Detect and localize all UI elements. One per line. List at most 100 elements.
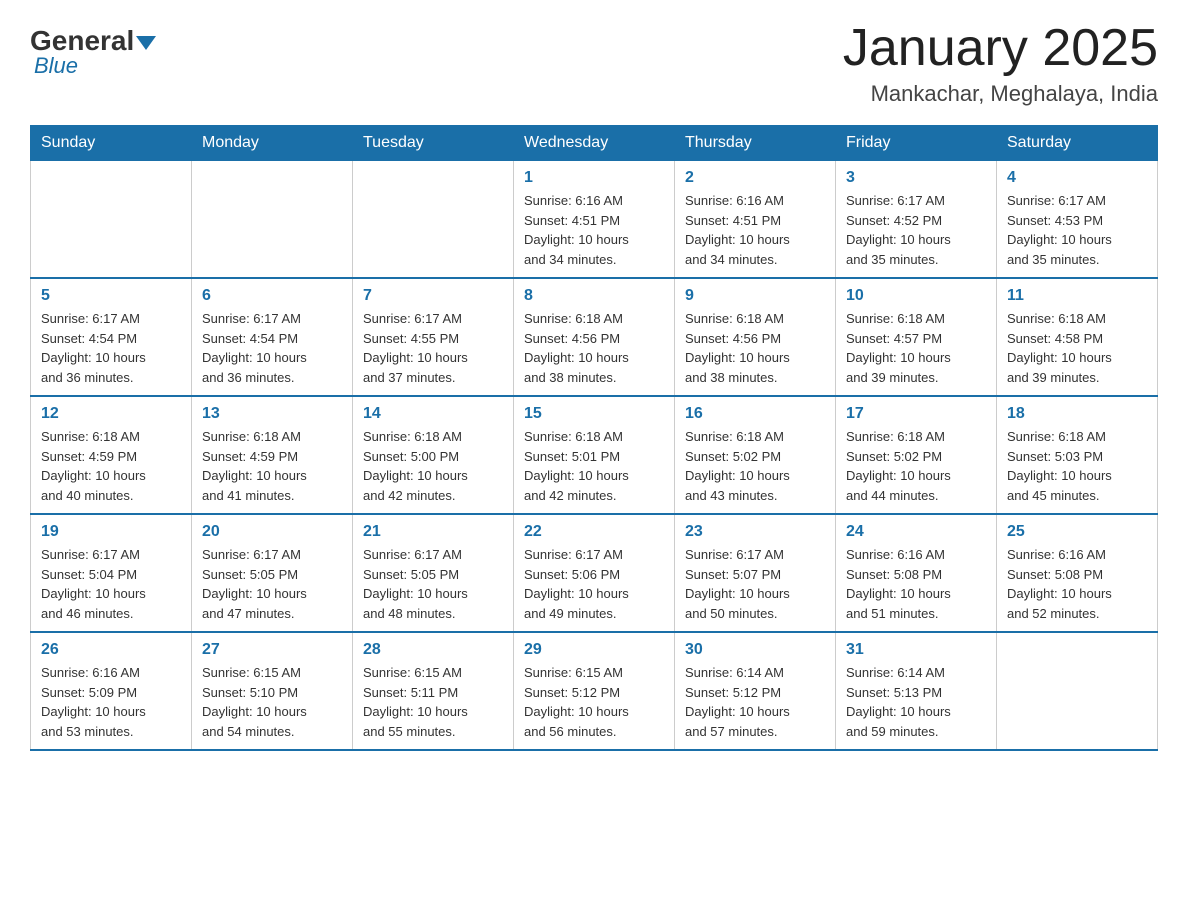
day-number: 11 <box>1007 287 1147 305</box>
weekday-header-wednesday: Wednesday <box>514 126 675 161</box>
title-area: January 2025 Mankachar, Meghalaya, India <box>843 20 1158 107</box>
day-number: 24 <box>846 523 986 541</box>
logo-arrow-icon <box>136 36 156 50</box>
day-info: Sunrise: 6:17 AM Sunset: 4:54 PM Dayligh… <box>202 309 342 387</box>
day-info: Sunrise: 6:14 AM Sunset: 5:12 PM Dayligh… <box>685 663 825 741</box>
calendar-cell: 3Sunrise: 6:17 AM Sunset: 4:52 PM Daylig… <box>836 161 997 279</box>
calendar-table: SundayMondayTuesdayWednesdayThursdayFrid… <box>30 125 1158 751</box>
calendar-cell <box>31 161 192 279</box>
day-info: Sunrise: 6:14 AM Sunset: 5:13 PM Dayligh… <box>846 663 986 741</box>
day-number: 22 <box>524 523 664 541</box>
day-number: 31 <box>846 641 986 659</box>
calendar-cell: 18 Sunrise: 6:18 AM Sunset: 5:03 PM Dayli… <box>997 396 1158 514</box>
day-number: 14 <box>363 405 503 423</box>
calendar-cell: 20Sunrise: 6:17 AM Sunset: 5:05 PM Dayli… <box>192 514 353 632</box>
weekday-header-thursday: Thursday <box>675 126 836 161</box>
weekday-header-row: SundayMondayTuesdayWednesdayThursdayFrid… <box>31 126 1158 161</box>
day-number: 6 <box>202 287 342 305</box>
calendar-cell <box>997 632 1158 750</box>
calendar-cell: 19 Sunrise: 6:17 AM Sunset: 5:04 PM Dayli… <box>31 514 192 632</box>
day-number: 9 <box>685 287 825 305</box>
day-info: Sunrise: 6:17 AM Sunset: 4:53 PM Dayligh… <box>1007 191 1147 269</box>
day-info: Sunrise: 6:18 AM Sunset: 4:59 PM Dayligh… <box>202 427 342 505</box>
day-number: 17 <box>846 405 986 423</box>
calendar-cell: 30 Sunrise: 6:14 AM Sunset: 5:12 PM Dayli… <box>675 632 836 750</box>
calendar-cell: 21 Sunrise: 6:17 AM Sunset: 5:05 PM Dayli… <box>353 514 514 632</box>
calendar-cell: 1 Sunrise: 6:16 AM Sunset: 4:51 PM Daylig… <box>514 161 675 279</box>
day-info: Sunrise: 6:15 AM Sunset: 5:11 PM Dayligh… <box>363 663 503 741</box>
weekday-header-sunday: Sunday <box>31 126 192 161</box>
header: General Blue January 2025 Mankachar, Meg… <box>30 20 1158 107</box>
day-info: Sunrise: 6:16 AM Sunset: 4:51 PM Dayligh… <box>524 191 664 269</box>
day-info: Sunrise: 6:17 AM Sunset: 5:05 PM Dayligh… <box>202 545 342 623</box>
day-info: Sunrise: 6:17 AM Sunset: 4:52 PM Dayligh… <box>846 191 986 269</box>
day-number: 23 <box>685 523 825 541</box>
day-number: 19 <box>41 523 181 541</box>
day-number: 1 <box>524 169 664 187</box>
calendar-week-4: 19 Sunrise: 6:17 AM Sunset: 5:04 PM Dayli… <box>31 514 1158 632</box>
calendar-cell: 8 Sunrise: 6:18 AM Sunset: 4:56 PM Daylig… <box>514 278 675 396</box>
logo-blue-text: Blue <box>34 53 158 79</box>
calendar-week-1: 1 Sunrise: 6:16 AM Sunset: 4:51 PM Daylig… <box>31 161 1158 279</box>
day-number: 15 <box>524 405 664 423</box>
calendar-cell: 10Sunrise: 6:18 AM Sunset: 4:57 PM Dayli… <box>836 278 997 396</box>
day-info: Sunrise: 6:16 AM Sunset: 4:51 PM Dayligh… <box>685 191 825 269</box>
calendar-cell: 29 Sunrise: 6:15 AM Sunset: 5:12 PM Dayli… <box>514 632 675 750</box>
calendar-cell: 28 Sunrise: 6:15 AM Sunset: 5:11 PM Dayli… <box>353 632 514 750</box>
day-info: Sunrise: 6:18 AM Sunset: 4:56 PM Dayligh… <box>524 309 664 387</box>
day-number: 2 <box>685 169 825 187</box>
day-info: Sunrise: 6:17 AM Sunset: 5:04 PM Dayligh… <box>41 545 181 623</box>
calendar-cell: 23 Sunrise: 6:17 AM Sunset: 5:07 PM Dayli… <box>675 514 836 632</box>
day-number: 29 <box>524 641 664 659</box>
day-info: Sunrise: 6:17 AM Sunset: 5:07 PM Dayligh… <box>685 545 825 623</box>
calendar-cell: 22Sunrise: 6:17 AM Sunset: 5:06 PM Dayli… <box>514 514 675 632</box>
day-info: Sunrise: 6:18 AM Sunset: 4:56 PM Dayligh… <box>685 309 825 387</box>
weekday-header-tuesday: Tuesday <box>353 126 514 161</box>
day-info: Sunrise: 6:16 AM Sunset: 5:09 PM Dayligh… <box>41 663 181 741</box>
weekday-header-saturday: Saturday <box>997 126 1158 161</box>
calendar-cell: 4Sunrise: 6:17 AM Sunset: 4:53 PM Daylig… <box>997 161 1158 279</box>
day-number: 10 <box>846 287 986 305</box>
calendar-week-2: 5 Sunrise: 6:17 AM Sunset: 4:54 PM Daylig… <box>31 278 1158 396</box>
calendar-cell <box>192 161 353 279</box>
location-title: Mankachar, Meghalaya, India <box>843 81 1158 107</box>
day-number: 18 <box>1007 405 1147 423</box>
day-number: 30 <box>685 641 825 659</box>
calendar-cell: 25Sunrise: 6:16 AM Sunset: 5:08 PM Dayli… <box>997 514 1158 632</box>
day-number: 5 <box>41 287 181 305</box>
day-info: Sunrise: 6:18 AM Sunset: 5:03 PM Dayligh… <box>1007 427 1147 505</box>
day-number: 27 <box>202 641 342 659</box>
calendar-cell: 26Sunrise: 6:16 AM Sunset: 5:09 PM Dayli… <box>31 632 192 750</box>
calendar-cell: 7Sunrise: 6:17 AM Sunset: 4:55 PM Daylig… <box>353 278 514 396</box>
weekday-header-friday: Friday <box>836 126 997 161</box>
day-info: Sunrise: 6:17 AM Sunset: 4:54 PM Dayligh… <box>41 309 181 387</box>
day-number: 25 <box>1007 523 1147 541</box>
day-info: Sunrise: 6:17 AM Sunset: 5:05 PM Dayligh… <box>363 545 503 623</box>
day-info: Sunrise: 6:15 AM Sunset: 5:12 PM Dayligh… <box>524 663 664 741</box>
day-info: Sunrise: 6:18 AM Sunset: 4:58 PM Dayligh… <box>1007 309 1147 387</box>
calendar-cell: 31 Sunrise: 6:14 AM Sunset: 5:13 PM Dayli… <box>836 632 997 750</box>
calendar-cell: 6 Sunrise: 6:17 AM Sunset: 4:54 PM Daylig… <box>192 278 353 396</box>
calendar-cell: 5 Sunrise: 6:17 AM Sunset: 4:54 PM Daylig… <box>31 278 192 396</box>
calendar-cell: 17 Sunrise: 6:18 AM Sunset: 5:02 PM Dayli… <box>836 396 997 514</box>
day-number: 8 <box>524 287 664 305</box>
day-number: 7 <box>363 287 503 305</box>
calendar-cell: 13Sunrise: 6:18 AM Sunset: 4:59 PM Dayli… <box>192 396 353 514</box>
month-title: January 2025 <box>843 20 1158 77</box>
day-info: Sunrise: 6:15 AM Sunset: 5:10 PM Dayligh… <box>202 663 342 741</box>
calendar-week-3: 12 Sunrise: 6:18 AM Sunset: 4:59 PM Dayli… <box>31 396 1158 514</box>
calendar-cell: 2 Sunrise: 6:16 AM Sunset: 4:51 PM Daylig… <box>675 161 836 279</box>
day-number: 28 <box>363 641 503 659</box>
day-info: Sunrise: 6:18 AM Sunset: 4:59 PM Dayligh… <box>41 427 181 505</box>
day-number: 16 <box>685 405 825 423</box>
day-info: Sunrise: 6:16 AM Sunset: 5:08 PM Dayligh… <box>846 545 986 623</box>
day-info: Sunrise: 6:18 AM Sunset: 5:00 PM Dayligh… <box>363 427 503 505</box>
day-number: 12 <box>41 405 181 423</box>
calendar-cell: 9 Sunrise: 6:18 AM Sunset: 4:56 PM Daylig… <box>675 278 836 396</box>
day-info: Sunrise: 6:18 AM Sunset: 5:02 PM Dayligh… <box>846 427 986 505</box>
calendar-cell: 14 Sunrise: 6:18 AM Sunset: 5:00 PM Dayli… <box>353 396 514 514</box>
calendar-cell: 24 Sunrise: 6:16 AM Sunset: 5:08 PM Dayli… <box>836 514 997 632</box>
calendar-cell: 16Sunrise: 6:18 AM Sunset: 5:02 PM Dayli… <box>675 396 836 514</box>
day-number: 21 <box>363 523 503 541</box>
day-info: Sunrise: 6:18 AM Sunset: 5:01 PM Dayligh… <box>524 427 664 505</box>
